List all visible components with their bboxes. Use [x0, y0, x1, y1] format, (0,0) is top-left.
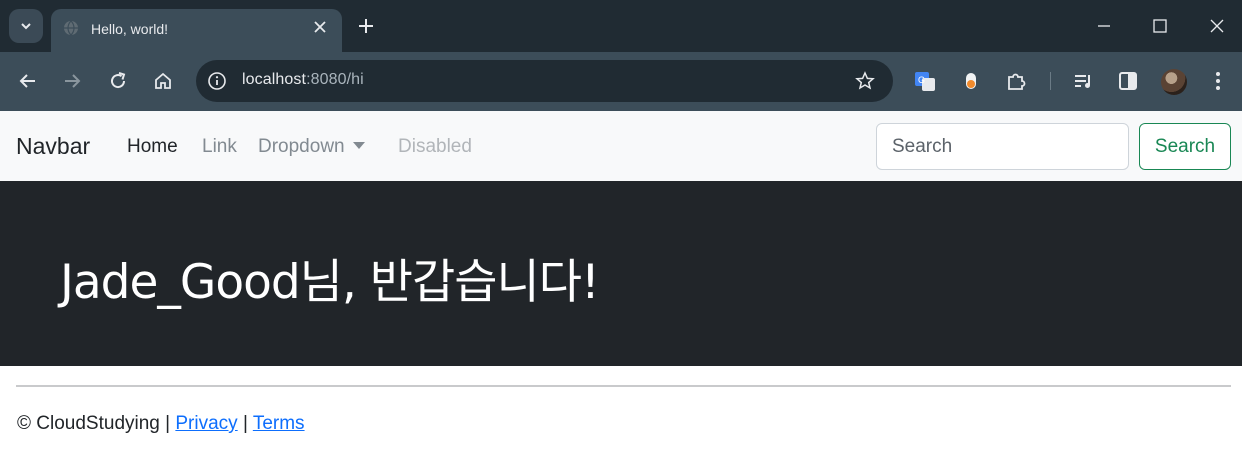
- terms-link[interactable]: Terms: [253, 413, 305, 434]
- navbar-brand[interactable]: Navbar: [16, 133, 90, 160]
- extension-dot-icon[interactable]: [960, 70, 982, 92]
- page-footer: © CloudStudying | Privacy | Terms: [17, 413, 305, 435]
- nav-link-disabled: Disabled: [398, 136, 472, 157]
- address-bar[interactable]: localhost:8080/hi: [196, 60, 893, 102]
- nav-link-home[interactable]: Home: [127, 136, 178, 158]
- toolbar-separator: [1050, 72, 1051, 90]
- kebab-icon[interactable]: [1207, 70, 1229, 92]
- star-icon[interactable]: [855, 71, 875, 91]
- footer-separator: |: [242, 413, 248, 434]
- privacy-link[interactable]: Privacy: [175, 413, 237, 434]
- forward-icon[interactable]: [62, 71, 82, 91]
- minimize-icon[interactable]: [1095, 17, 1113, 35]
- greeting-heading: Jade_Good님, 반갑습니다!: [60, 255, 600, 310]
- browser-toolbar: localhost:8080/hi G: [0, 52, 1242, 111]
- chevron-down-icon: [21, 23, 31, 30]
- url-host: localhost: [242, 71, 307, 88]
- maximize-icon[interactable]: [1151, 17, 1169, 35]
- address-url: localhost:8080/hi: [242, 71, 364, 89]
- hero-banner: Jade_Good님, 반갑습니다!: [0, 181, 1242, 366]
- sidepanel-icon[interactable]: [1117, 70, 1139, 92]
- tab-search-button[interactable]: [9, 9, 43, 43]
- home-icon[interactable]: [153, 71, 173, 91]
- svg-text:G: G: [918, 75, 925, 85]
- url-path: :8080/hi: [306, 71, 364, 88]
- puzzle-icon[interactable]: [1005, 70, 1027, 92]
- nav-dropdown-toggle[interactable]: Dropdown: [258, 136, 365, 158]
- search-button[interactable]: Search: [1139, 123, 1231, 170]
- page-navbar: Navbar Home Link Dropdown Disabled Searc…: [0, 111, 1242, 181]
- browser-tab[interactable]: Hello, world!: [51, 9, 342, 52]
- reload-icon[interactable]: [108, 71, 128, 91]
- nav-link-link[interactable]: Link: [202, 136, 237, 158]
- close-window-icon[interactable]: [1208, 17, 1226, 35]
- nav-dropdown-label: Dropdown: [258, 136, 345, 157]
- plus-icon[interactable]: [357, 17, 375, 35]
- close-icon[interactable]: [312, 19, 328, 35]
- tab-title: Hello, world!: [91, 21, 169, 37]
- footer-divider: [16, 385, 1231, 387]
- media-icon[interactable]: [1072, 70, 1094, 92]
- back-icon[interactable]: [18, 71, 38, 91]
- footer-separator: |: [165, 413, 171, 434]
- search-input[interactable]: [876, 123, 1129, 170]
- profile-avatar[interactable]: [1161, 69, 1187, 95]
- translate-icon[interactable]: G: [914, 70, 936, 92]
- info-icon[interactable]: [207, 71, 227, 91]
- footer-copyright: © CloudStudying: [17, 413, 160, 434]
- caret-down-icon: [352, 142, 365, 149]
- globe-icon: [64, 20, 78, 36]
- browser-tabstrip: Hello, world!: [0, 0, 1242, 52]
